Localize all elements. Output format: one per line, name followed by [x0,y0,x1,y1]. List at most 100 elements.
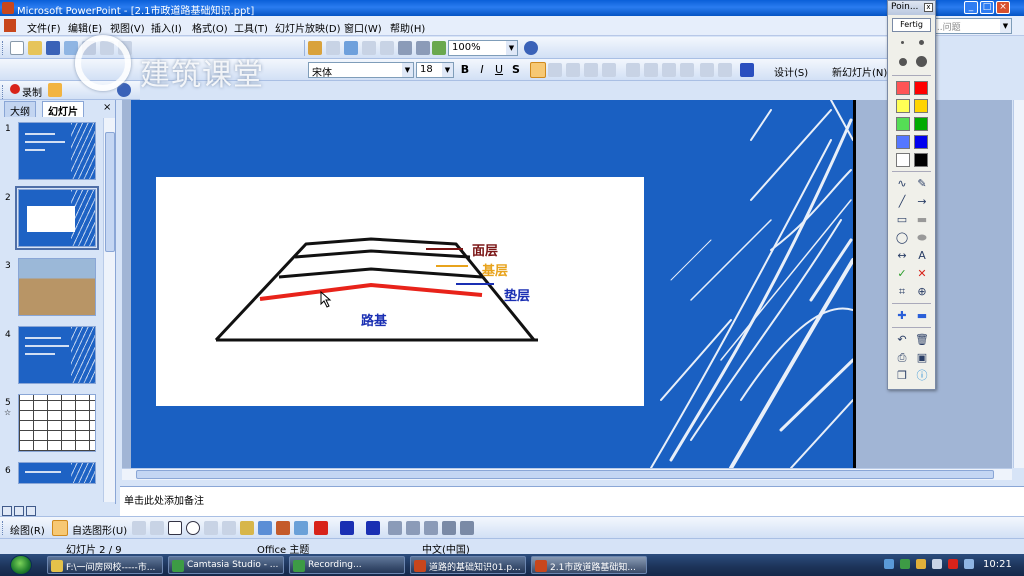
record-button[interactable]: 录制 [22,84,42,99]
chevron-down-icon[interactable]: ▼ [442,63,453,77]
slide-thumbnail-1[interactable] [18,122,96,180]
arrow-tool-icon[interactable]: → [914,195,930,209]
undo-icon[interactable]: ↶ [894,333,910,347]
color-swatch[interactable] [914,135,928,149]
close-button[interactable]: × [996,1,1010,14]
arrow-style-icon[interactable] [424,521,438,535]
color-swatch[interactable] [914,153,928,167]
align-left-icon[interactable] [530,62,546,78]
increase-indent-icon[interactable] [626,63,640,77]
line-color-icon[interactable] [340,521,354,535]
picture-icon[interactable] [294,521,308,535]
color-swatch[interactable] [896,117,910,131]
line-tool-icon[interactable]: ╱ [894,195,910,209]
open-icon[interactable] [28,41,42,55]
promote-icon[interactable] [700,63,714,77]
slide-thumbnail-2[interactable] [15,186,99,250]
toolbar-grip[interactable] [2,521,5,535]
color-swatch[interactable] [896,99,910,113]
insert-table-icon[interactable] [326,41,340,55]
draw-menu-button[interactable]: 绘图(R) [10,522,45,537]
taskbar-item-ppt-1[interactable]: 道路的基础知识01.p... [410,556,526,574]
font-size-select[interactable]: 18 ▼ [416,62,454,78]
slide-thumbnail-5[interactable] [18,394,96,452]
align-center-icon[interactable] [548,63,562,77]
taskbar-item-camtasia[interactable]: Camtasia Studio - ... [168,556,284,574]
select-pointer-icon[interactable] [52,520,68,536]
pen-size-l-icon[interactable] [916,56,927,67]
chevron-down-icon[interactable]: ▼ [506,41,517,55]
demote-icon[interactable] [718,63,732,77]
grid-icon[interactable] [416,41,430,55]
3d-style-icon[interactable] [460,521,474,535]
slide-thumbnail-6[interactable] [18,462,96,484]
tray-input-icon[interactable] [964,559,974,569]
tray-app-icon[interactable] [916,559,926,569]
close-icon[interactable]: × [103,102,111,113]
shadow-button[interactable]: S [508,62,524,78]
vertical-textbox-icon[interactable] [222,521,236,535]
font-color-icon[interactable] [740,63,754,77]
clipart-icon[interactable] [276,521,290,535]
tray-speaker-icon[interactable] [932,559,942,569]
copy-icon[interactable]: ❐ [894,369,910,383]
save-icon[interactable]: ▣ [914,351,930,365]
tray-security-icon[interactable] [884,559,894,569]
zoom-select[interactable]: 100% ▼ [448,40,518,56]
pen-size-m-icon[interactable] [899,58,907,66]
slides-pane-scrollbar[interactable] [103,118,115,502]
help-icon[interactable] [524,41,538,55]
italic-button[interactable]: I [474,62,490,78]
minimize-button[interactable]: _ [964,1,978,14]
rectangle-tool-icon[interactable]: ▭ [894,213,910,227]
menu-tools[interactable]: 工具(T) [234,20,268,35]
underline-button[interactable]: U [491,62,507,78]
wordart-icon[interactable] [240,521,254,535]
plus-icon[interactable]: ✚ [894,309,910,323]
slide-thumbnail-4[interactable] [18,326,96,384]
new-icon[interactable] [10,41,24,55]
toolbar-grip[interactable] [2,41,5,55]
shadow-style-icon[interactable] [442,521,456,535]
tray-alert-icon[interactable] [948,559,958,569]
reviewer-icon[interactable] [48,83,62,97]
color-swatch[interactable] [914,81,928,95]
arrow-tool-icon[interactable] [150,521,164,535]
fill-color-icon[interactable] [314,521,328,535]
filled-ellipse-icon[interactable]: ⬬ [914,231,930,245]
start-button[interactable] [10,555,32,575]
ellipse-tool-icon[interactable]: ◯ [894,231,910,245]
editor-horizontal-scrollbar[interactable] [122,468,1012,480]
show-formatting-icon[interactable] [380,41,394,55]
freehand-tool-icon[interactable]: ∿ [894,177,910,191]
menu-help[interactable]: 帮助(H) [390,20,425,35]
slide-sorter-icon[interactable] [14,506,24,516]
scrollbar-thumb[interactable] [136,470,994,479]
double-arrow-icon[interactable]: ↔ [894,249,910,263]
pen-size-xs-icon[interactable] [901,41,904,44]
road-cross-section-diagram[interactable]: 面层 基层 垫层 路基 [156,177,644,406]
font-color-icon[interactable] [366,521,380,535]
chevron-down-icon[interactable]: ▼ [402,63,413,77]
bold-button[interactable]: B [457,62,473,78]
autoshapes-button[interactable]: 自选图形(U) [72,522,127,537]
menu-window[interactable]: 窗口(W) [344,20,382,35]
pen-size-s-icon[interactable] [919,40,924,45]
color-grayscale-icon[interactable] [432,41,446,55]
new-slide-button[interactable]: 新幻灯片(N) [832,64,887,79]
diagram-icon[interactable] [258,521,272,535]
tab-outline[interactable]: 大纲 [4,101,36,118]
decrease-font-icon[interactable] [680,63,694,77]
textbox-tool-icon[interactable] [204,521,218,535]
minus-icon[interactable]: ▬ [914,309,930,323]
check-icon[interactable]: ✓ [894,267,910,281]
tray-network-icon[interactable] [900,559,910,569]
insert-chart-icon[interactable] [308,41,322,55]
taskbar-item-recording[interactable]: Recording... [289,556,405,574]
cross-icon[interactable]: ✕ [914,267,930,281]
print-icon[interactable]: ⎙ [894,351,910,365]
align-right-icon[interactable] [566,63,580,77]
color-swatch[interactable] [896,135,910,149]
oval-tool-icon[interactable] [186,521,200,535]
bullets-icon[interactable] [602,63,616,77]
